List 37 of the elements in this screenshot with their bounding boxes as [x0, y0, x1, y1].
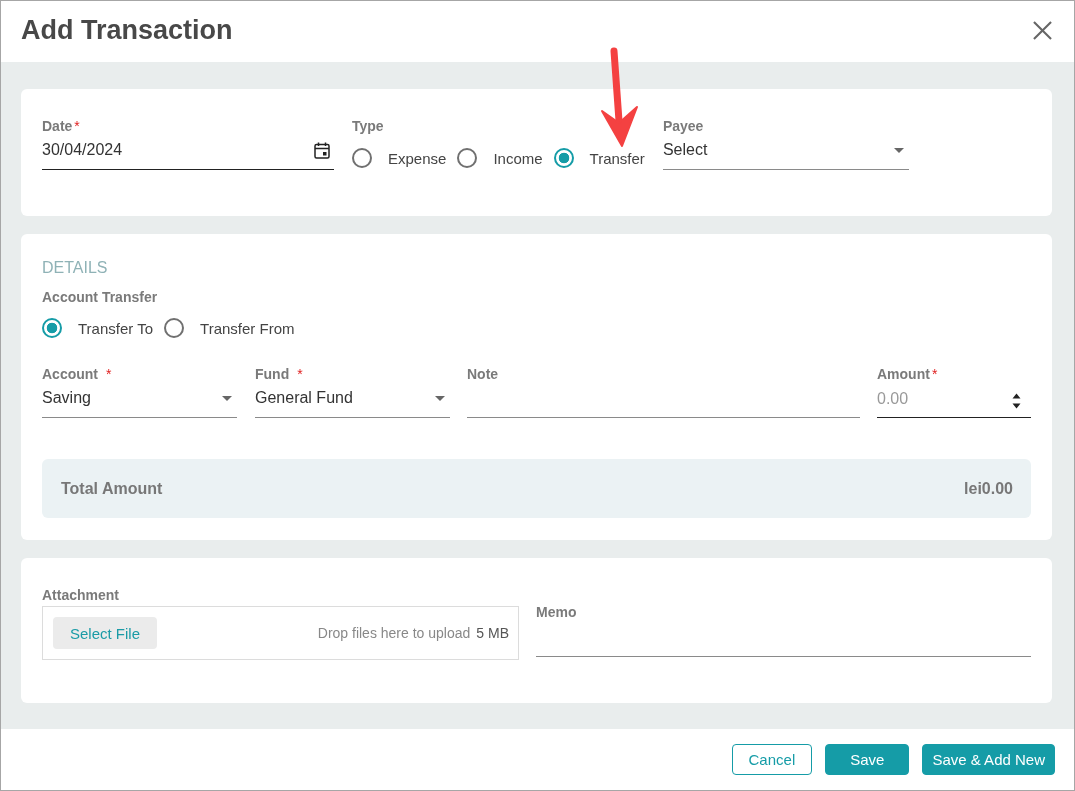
- section-heading: DETAILS: [42, 258, 109, 278]
- radio-icon[interactable]: [457, 148, 478, 168]
- total-label: Total Amount: [61, 479, 163, 498]
- radio-icon[interactable]: [352, 148, 372, 168]
- field-label: Account Transfer: [42, 289, 159, 305]
- close-icon[interactable]: [1033, 21, 1052, 40]
- dialog-title: Add Transaction: [21, 13, 233, 46]
- radio-icon[interactable]: [42, 318, 62, 338]
- radio-option[interactable]: Transfer From: [164, 318, 295, 338]
- radio-option[interactable]: Expense: [352, 148, 447, 168]
- date-field[interactable]: 30/04/2024: [42, 134, 334, 170]
- field-label: Account *: [42, 366, 113, 382]
- select-field[interactable]: Select: [662, 134, 909, 170]
- calendar-icon[interactable]: [314, 141, 330, 159]
- spinner-icon[interactable]: [1012, 393, 1021, 409]
- select-field[interactable]: Saving: [42, 382, 237, 418]
- field-label: Type: [352, 118, 385, 134]
- radio-icon[interactable]: [164, 318, 185, 338]
- size-limit: 5 MB: [476, 625, 509, 641]
- field-label: Note: [467, 366, 500, 382]
- field-label: Fund *: [255, 366, 304, 382]
- radio-icon[interactable]: [553, 148, 574, 168]
- field-label: Amount*: [877, 366, 939, 382]
- dropzone-hint: Drop files here to upload: [317, 625, 471, 641]
- file-dropzone[interactable]: Select File Drop files here to upload 5 MB: [42, 606, 519, 660]
- field-label: Date*: [42, 118, 81, 134]
- field-label: Memo: [536, 604, 578, 620]
- radio-option[interactable]: Income: [457, 148, 543, 168]
- field-label: Attachment: [42, 587, 120, 603]
- caret-icon[interactable]: [893, 147, 904, 153]
- select-field[interactable]: General Fund: [255, 382, 450, 418]
- radio-option[interactable]: Transfer: [553, 148, 645, 168]
- field-label: Payee: [662, 118, 705, 134]
- caret-icon[interactable]: [435, 395, 445, 401]
- radio-option[interactable]: Transfer To: [42, 318, 154, 338]
- caret-icon[interactable]: [222, 395, 232, 401]
- total-value: lei0.00: [964, 479, 1013, 498]
